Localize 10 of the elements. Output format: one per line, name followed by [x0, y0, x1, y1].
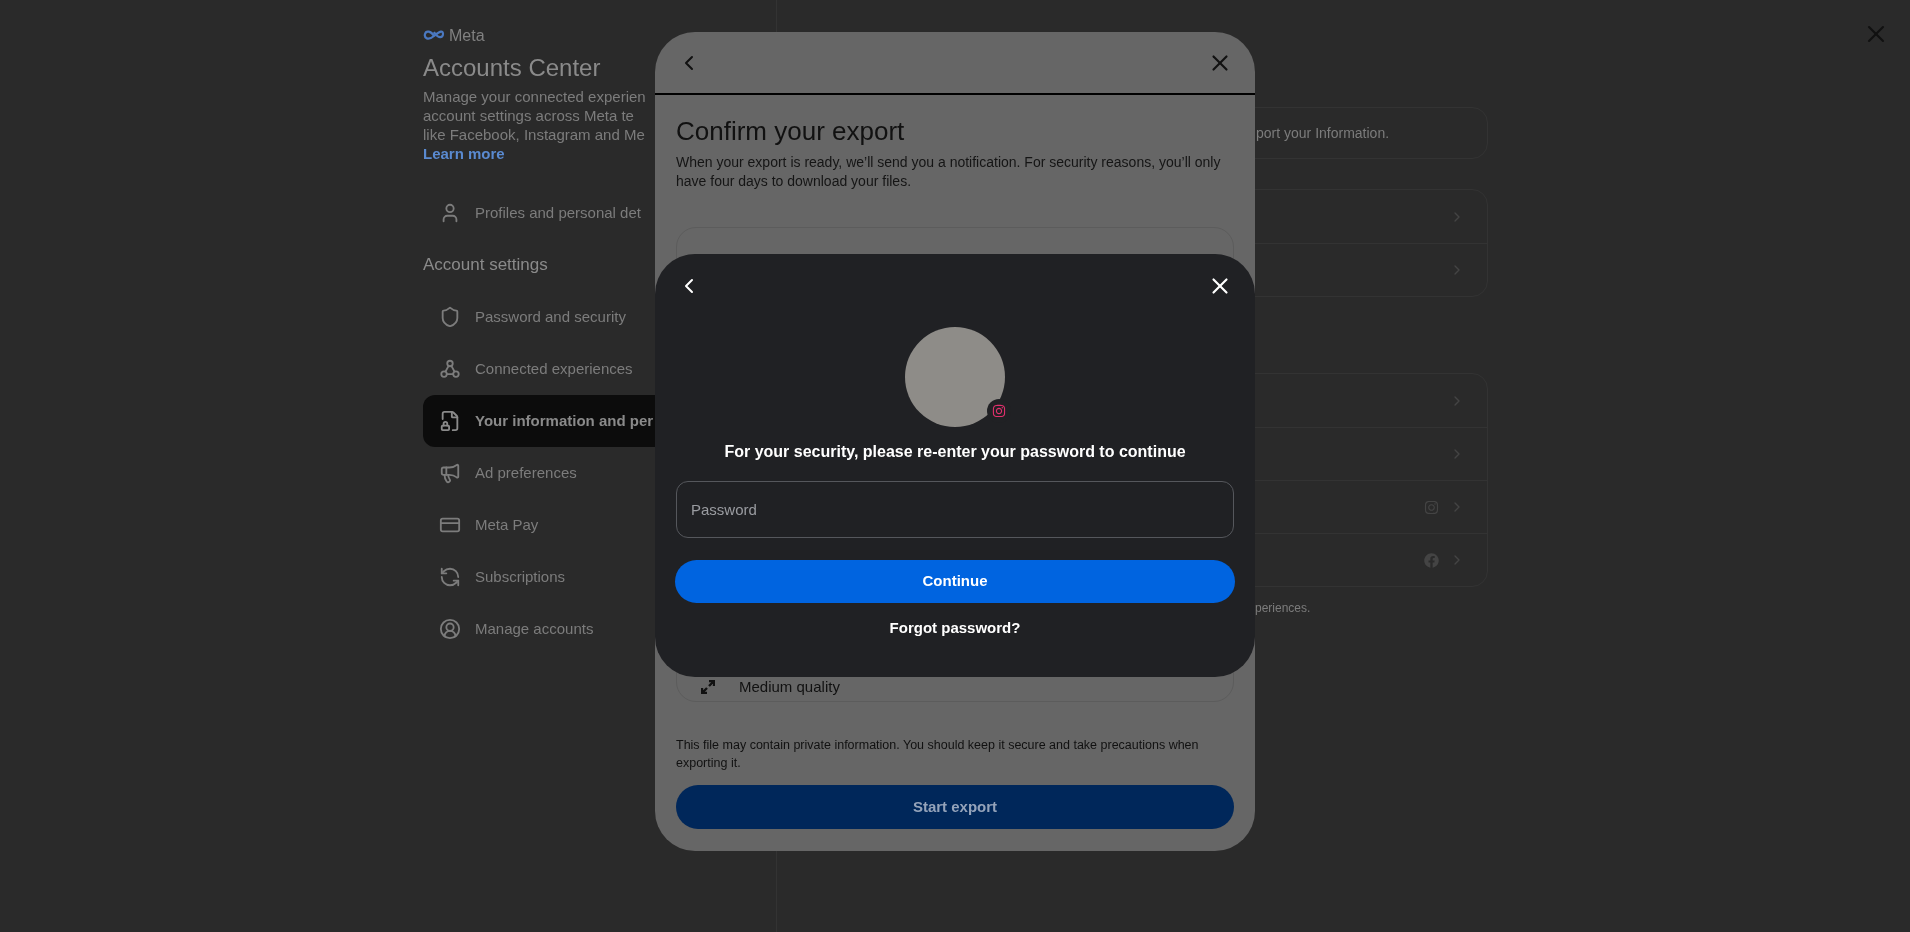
dialog-title: Confirm your export [676, 115, 906, 147]
dialog-description: When your export is ready, we’ll send you a notification. For security reasons, you’ll only have four days to download your files. [676, 153, 1222, 191]
section-title: Account settings [423, 254, 548, 276]
page-title: Accounts Center [423, 53, 601, 83]
brand-name: Meta [449, 26, 485, 46]
page-description: Manage your connected experien account settings across Meta te like Facebook, Instagram and Me [423, 87, 646, 144]
footer-text: periences. [1255, 600, 1311, 617]
notice-text: port your Information. [1256, 123, 1390, 143]
disclaimer-text: This file may contain private information. You should keep it secure and take precautions when exporting it. [676, 737, 1200, 772]
option-subtitle: Medium quality [739, 678, 840, 696]
